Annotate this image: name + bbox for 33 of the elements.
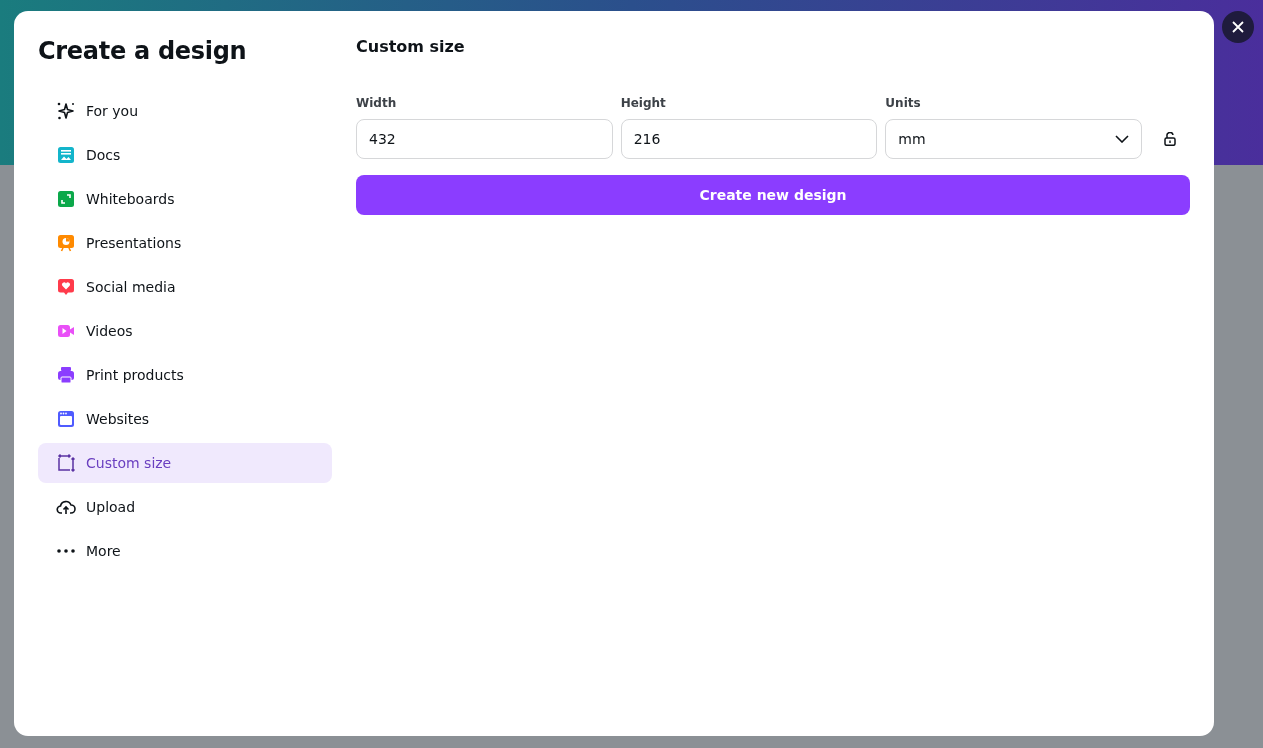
field-label: Units (885, 96, 922, 110)
close-button[interactable] (1222, 11, 1254, 43)
heart-icon (56, 277, 76, 297)
sidebar-item[interactable]: More (38, 531, 332, 571)
presentation-icon (56, 233, 76, 253)
browser-window-icon (56, 409, 76, 429)
sidebar-item[interactable]: Videos (38, 311, 332, 351)
more-icon (56, 548, 76, 554)
sidebar-item[interactable]: For you (38, 91, 332, 131)
chevron-down-icon (1115, 135, 1129, 143)
sidebar-item[interactable]: Upload (38, 487, 332, 527)
whiteboard-icon (56, 189, 76, 209)
section-heading: Custom size (356, 36, 466, 58)
field-label: Height (620, 96, 667, 110)
field-label: Width (356, 96, 398, 110)
sidebar-item[interactable]: Docs (38, 135, 332, 175)
resize-icon (56, 453, 76, 473)
sidebar-item[interactable]: Custom size (38, 443, 332, 483)
sidebar-item[interactable]: Websites (38, 399, 332, 439)
sidebar-item[interactable]: Social media (38, 267, 332, 307)
close-icon (1232, 21, 1244, 33)
unlocked-padlock-icon (1164, 132, 1176, 146)
size-input-field[interactable]: 216 (620, 119, 878, 159)
sidebar-item[interactable]: Print products (38, 355, 332, 395)
size-input-field[interactable]: 432 (356, 119, 613, 159)
dialog-title: Create a design (38, 36, 248, 67)
units-dropdown[interactable]: mm (885, 119, 1142, 159)
document-icon (56, 145, 76, 165)
create-design-button[interactable]: Create new design (356, 175, 1190, 215)
sidebar-item[interactable]: Whiteboards (38, 179, 332, 219)
sidebar-item[interactable]: Presentations (38, 223, 332, 263)
sparkle-icon (56, 101, 76, 121)
printer-icon (56, 365, 76, 385)
